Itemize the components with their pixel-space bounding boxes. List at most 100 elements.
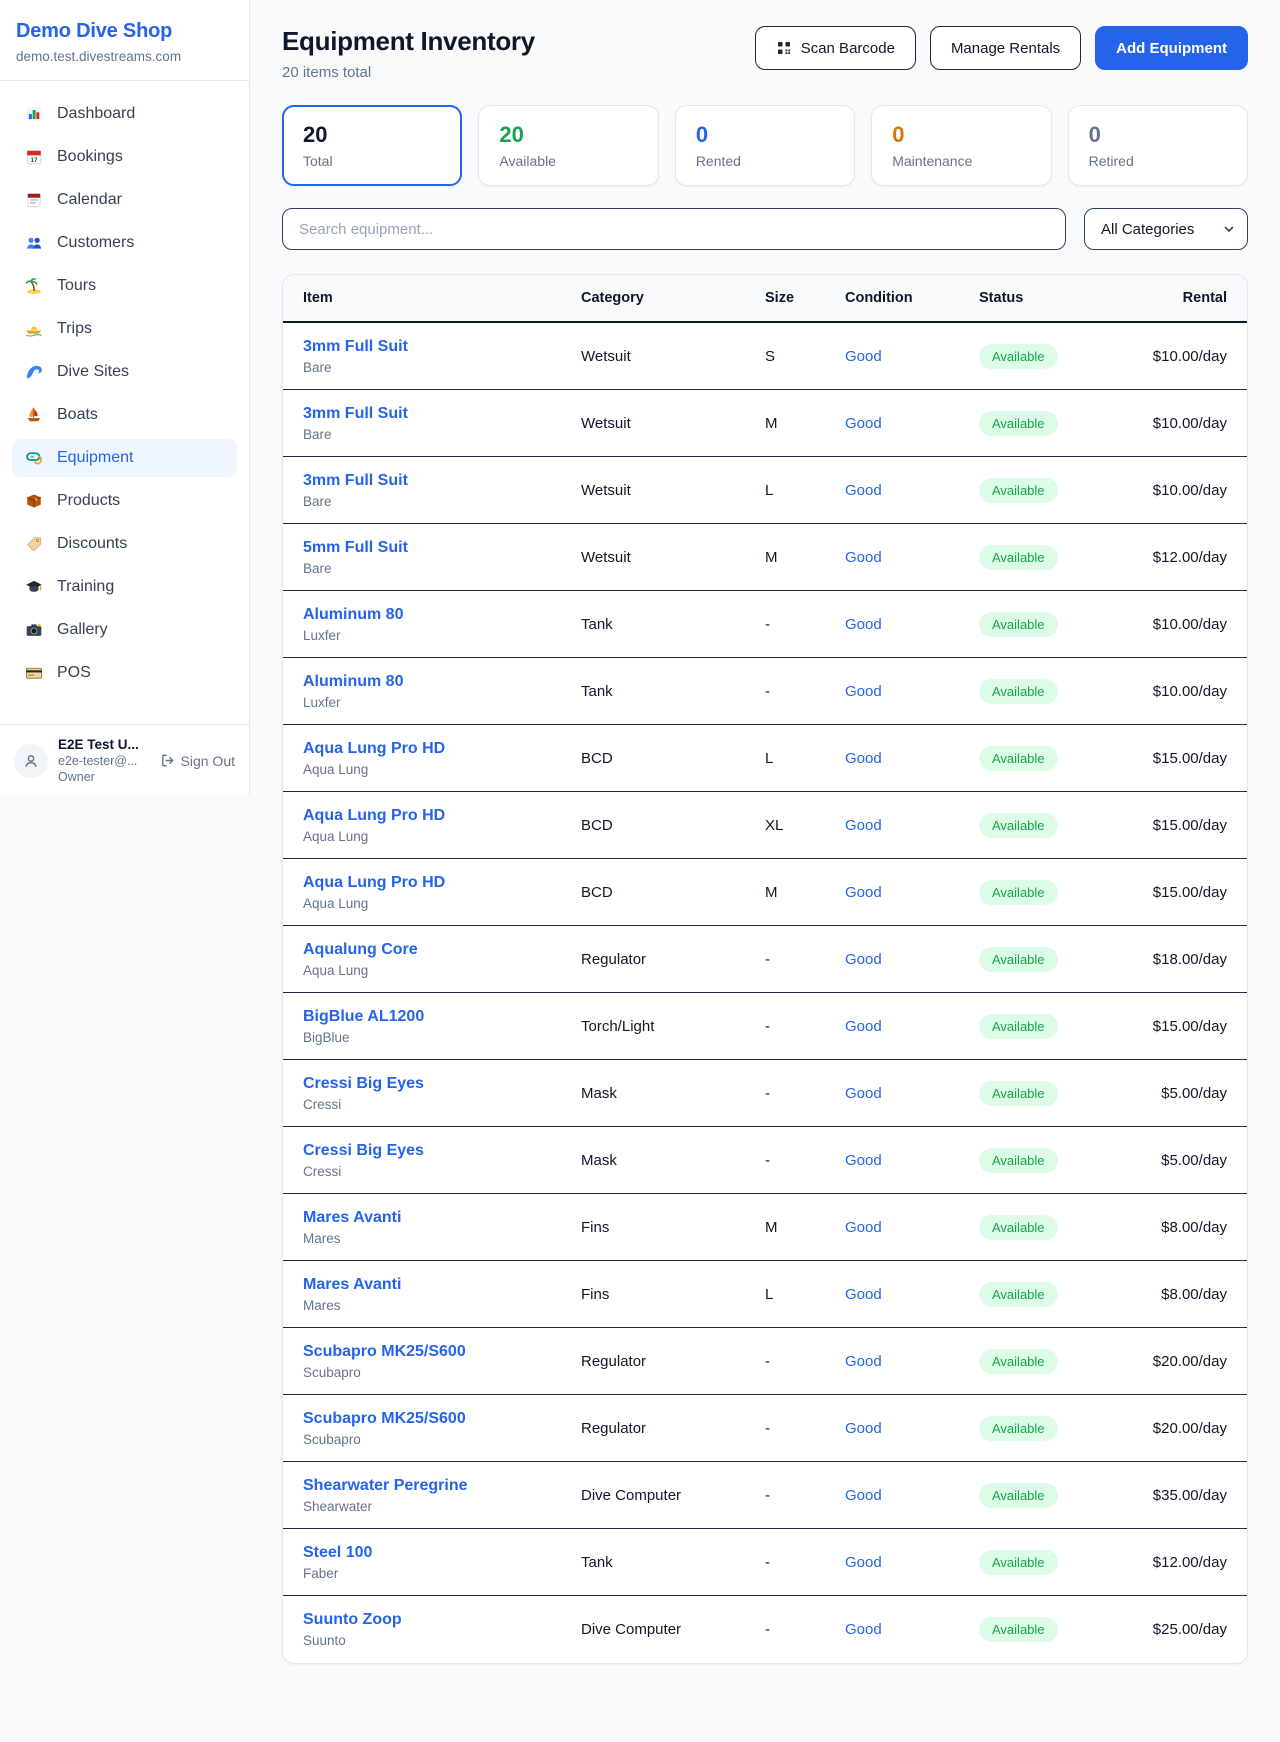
item-link[interactable]: Aluminum 80 bbox=[303, 606, 403, 623]
item-condition[interactable]: Good bbox=[845, 884, 979, 901]
item-link[interactable]: Shearwater Peregrine bbox=[303, 1477, 468, 1494]
sidebar-item-dashboard[interactable]: Dashboard bbox=[12, 95, 237, 133]
item-condition[interactable]: Good bbox=[845, 1487, 979, 1504]
column-header-status: Status bbox=[979, 290, 1067, 306]
item-condition[interactable]: Good bbox=[845, 415, 979, 432]
item-condition[interactable]: Good bbox=[845, 1420, 979, 1437]
item-link[interactable]: Scubapro MK25/S600 bbox=[303, 1343, 466, 1360]
status-badge: Available bbox=[979, 679, 1058, 704]
item-condition[interactable]: Good bbox=[845, 1018, 979, 1035]
item-link[interactable]: Cressi Big Eyes bbox=[303, 1075, 424, 1092]
item-link[interactable]: Aluminum 80 bbox=[303, 673, 403, 690]
manage-rentals-label: Manage Rentals bbox=[951, 40, 1060, 57]
sign-out-button[interactable]: Sign Out bbox=[160, 753, 235, 769]
item-link[interactable]: BigBlue AL1200 bbox=[303, 1008, 424, 1025]
item-link[interactable]: 3mm Full Suit bbox=[303, 405, 408, 422]
sidebar-item-boats[interactable]: Boats bbox=[12, 396, 237, 434]
search-input[interactable] bbox=[282, 208, 1066, 250]
item-condition[interactable]: Good bbox=[845, 683, 979, 700]
sidebar-nav: Dashboard 17 Bookings Calendar Customers… bbox=[0, 81, 249, 697]
stat-value: 0 bbox=[1089, 122, 1227, 148]
app-root: Demo Dive Shop demo.test.divestreams.com… bbox=[0, 0, 1280, 1704]
item-link[interactable]: Aqua Lung Pro HD bbox=[303, 740, 445, 757]
sign-out-label: Sign Out bbox=[181, 753, 235, 769]
item-condition[interactable]: Good bbox=[845, 1554, 979, 1571]
user-name: E2E Test U... bbox=[58, 737, 139, 752]
item-link[interactable]: Mares Avanti bbox=[303, 1276, 401, 1293]
sidebar-item-dive-sites[interactable]: Dive Sites bbox=[12, 353, 237, 391]
item-condition[interactable]: Good bbox=[845, 549, 979, 566]
item-condition[interactable]: Good bbox=[845, 1219, 979, 1236]
item-condition[interactable]: Good bbox=[845, 1085, 979, 1102]
sidebar-item-gallery[interactable]: Gallery bbox=[12, 611, 237, 649]
status-badge: Available bbox=[979, 813, 1058, 838]
item-condition[interactable]: Good bbox=[845, 616, 979, 633]
add-equipment-button[interactable]: Add Equipment bbox=[1095, 26, 1248, 70]
item-link[interactable]: Aqua Lung Pro HD bbox=[303, 807, 445, 824]
sidebar-item-training[interactable]: Training bbox=[12, 568, 237, 606]
filters-row: All Categories bbox=[282, 208, 1248, 250]
table-row: 5mm Full Suit Bare Wetsuit M Good Availa… bbox=[283, 524, 1247, 591]
category-select[interactable]: All Categories bbox=[1084, 208, 1248, 250]
item-category: Tank bbox=[581, 683, 765, 700]
item-condition[interactable]: Good bbox=[845, 348, 979, 365]
item-condition[interactable]: Good bbox=[845, 951, 979, 968]
sidebar-item-calendar[interactable]: Calendar bbox=[12, 181, 237, 219]
item-link[interactable]: 3mm Full Suit bbox=[303, 472, 408, 489]
brand-title[interactable]: Demo Dive Shop bbox=[16, 20, 233, 43]
stat-card-maintenance[interactable]: 0 Maintenance bbox=[871, 105, 1051, 186]
sidebar-item-bookings[interactable]: 17 Bookings bbox=[12, 138, 237, 176]
sidebar-item-equipment[interactable]: Equipment bbox=[12, 439, 237, 477]
item-size: M bbox=[765, 884, 845, 901]
scan-barcode-button[interactable]: Scan Barcode bbox=[755, 26, 916, 70]
item-link[interactable]: Aqualung Core bbox=[303, 941, 418, 958]
item-link[interactable]: Cressi Big Eyes bbox=[303, 1142, 424, 1159]
item-brand: Cressi bbox=[303, 1164, 581, 1179]
stat-card-total[interactable]: 20 Total bbox=[282, 105, 462, 186]
item-condition[interactable]: Good bbox=[845, 1152, 979, 1169]
item-brand: Mares bbox=[303, 1231, 581, 1246]
sidebar-item-tours[interactable]: Tours bbox=[12, 267, 237, 305]
item-link[interactable]: 5mm Full Suit bbox=[303, 539, 408, 556]
status-badge: Available bbox=[979, 1282, 1058, 1307]
status-badge: Available bbox=[979, 1550, 1058, 1575]
page-title-block: Equipment Inventory 20 items total bbox=[282, 26, 535, 81]
item-rental: $5.00/day bbox=[1067, 1152, 1227, 1169]
item-condition[interactable]: Good bbox=[845, 817, 979, 834]
item-category: Mask bbox=[581, 1152, 765, 1169]
item-category: BCD bbox=[581, 884, 765, 901]
stat-card-retired[interactable]: 0 Retired bbox=[1068, 105, 1248, 186]
item-link[interactable]: Aqua Lung Pro HD bbox=[303, 874, 445, 891]
sidebar-item-label: Bookings bbox=[57, 148, 123, 166]
item-category: Regulator bbox=[581, 951, 765, 968]
item-condition[interactable]: Good bbox=[845, 1286, 979, 1303]
tag-icon bbox=[24, 534, 44, 554]
item-condition[interactable]: Good bbox=[845, 1621, 979, 1638]
stat-card-available[interactable]: 20 Available bbox=[478, 105, 658, 186]
table-row: Aluminum 80 Luxfer Tank - Good Available… bbox=[283, 658, 1247, 725]
item-category: Fins bbox=[581, 1286, 765, 1303]
item-link[interactable]: 3mm Full Suit bbox=[303, 338, 408, 355]
sidebar-item-discounts[interactable]: Discounts bbox=[12, 525, 237, 563]
item-condition[interactable]: Good bbox=[845, 750, 979, 767]
sidebar-item-products[interactable]: Products bbox=[12, 482, 237, 520]
item-link[interactable]: Scubapro MK25/S600 bbox=[303, 1410, 466, 1427]
item-brand: Cressi bbox=[303, 1097, 581, 1112]
sidebar-item-customers[interactable]: Customers bbox=[12, 224, 237, 262]
status-badge: Available bbox=[979, 411, 1058, 436]
item-condition[interactable]: Good bbox=[845, 482, 979, 499]
item-brand: Aqua Lung bbox=[303, 762, 581, 777]
item-condition[interactable]: Good bbox=[845, 1353, 979, 1370]
sidebar-item-trips[interactable]: Trips bbox=[12, 310, 237, 348]
item-link[interactable]: Steel 100 bbox=[303, 1544, 372, 1561]
manage-rentals-button[interactable]: Manage Rentals bbox=[930, 26, 1081, 70]
stat-card-rented[interactable]: 0 Rented bbox=[675, 105, 855, 186]
item-rental: $35.00/day bbox=[1067, 1487, 1227, 1504]
item-link[interactable]: Mares Avanti bbox=[303, 1209, 401, 1226]
sidebar-item-pos[interactable]: POS bbox=[12, 654, 237, 692]
item-category: Tank bbox=[581, 1554, 765, 1571]
table-row: 3mm Full Suit Bare Wetsuit M Good Availa… bbox=[283, 390, 1247, 457]
stat-label: Available bbox=[499, 153, 637, 169]
item-link[interactable]: Suunto Zoop bbox=[303, 1611, 402, 1628]
items-total-count: 20 items total bbox=[282, 64, 535, 81]
